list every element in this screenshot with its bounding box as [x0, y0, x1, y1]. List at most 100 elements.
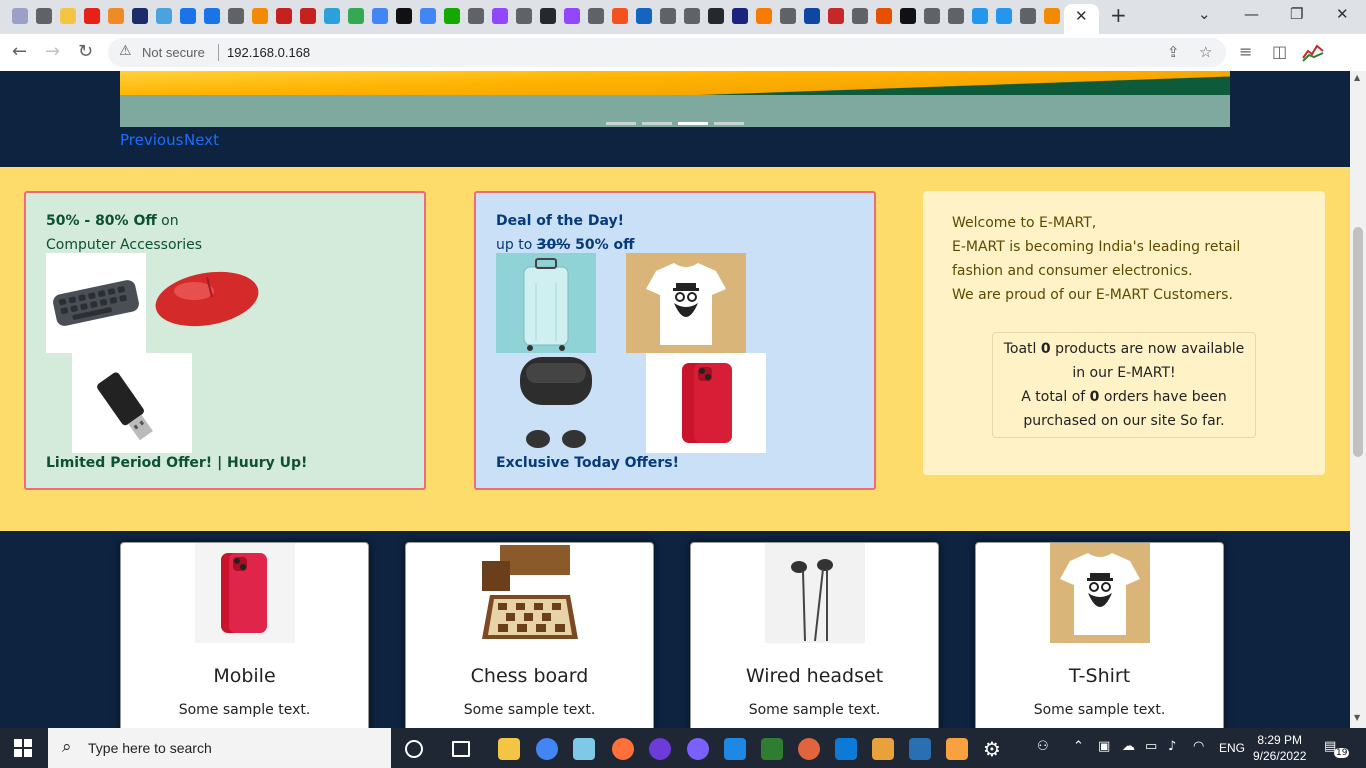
volume-icon[interactable]: ♪	[1168, 739, 1176, 754]
bookmark-star-icon[interactable]: ☆	[1199, 43, 1212, 61]
not-secure-label[interactable]: Not secure	[142, 45, 205, 60]
tab-favicon[interactable]	[1044, 8, 1060, 24]
reload-icon[interactable]: ↻	[78, 41, 93, 62]
offer-card-deal-of-day[interactable]: Deal of the Day! up to 30% 50% off Exclu…	[474, 191, 876, 490]
clock[interactable]: 8:29 PM 9/26/2022	[1253, 732, 1306, 764]
tab-favicon[interactable]	[324, 8, 340, 24]
tab-favicon[interactable]	[60, 8, 76, 24]
tab-favicon[interactable]	[132, 8, 148, 24]
tab-favicon[interactable]	[444, 8, 460, 24]
url-text[interactable]: 192.168.0.168	[227, 45, 310, 60]
tab-favicon[interactable]	[84, 8, 100, 24]
app-icon[interactable]	[872, 738, 894, 760]
tab-favicon[interactable]	[204, 8, 220, 24]
tab-favicon[interactable]	[660, 8, 676, 24]
tab-favicon[interactable]	[180, 8, 196, 24]
tab-favicon[interactable]	[12, 8, 28, 24]
tab-favicon[interactable]	[468, 8, 484, 24]
scroll-up-arrow-icon[interactable]: ▲	[1354, 73, 1360, 82]
tab-favicon[interactable]	[228, 8, 244, 24]
product-card[interactable]: Mobile Some sample text.	[120, 542, 369, 728]
scroll-down-arrow-icon[interactable]: ▼	[1354, 713, 1360, 722]
tab-favicon[interactable]	[36, 8, 52, 24]
battery-icon[interactable]: ▭	[1145, 739, 1157, 754]
sublime-text-icon[interactable]	[946, 738, 968, 760]
windows-start-icon[interactable]	[14, 739, 32, 757]
app-icon[interactable]	[649, 738, 671, 760]
virtualbox-icon[interactable]	[909, 738, 931, 760]
carousel-indicator-active[interactable]	[678, 122, 708, 125]
tab-favicon[interactable]	[492, 8, 508, 24]
tab-favicon[interactable]	[156, 8, 172, 24]
scrollbar-thumb[interactable]	[1353, 227, 1363, 457]
tab-favicon[interactable]	[804, 8, 820, 24]
tab-favicon[interactable]	[900, 8, 916, 24]
settings-gear-icon[interactable]: ⚙	[983, 738, 1005, 760]
file-explorer-icon[interactable]	[498, 738, 520, 760]
tab-favicon[interactable]	[684, 8, 700, 24]
tab-favicon[interactable]	[612, 8, 628, 24]
tray-icon[interactable]: ☁	[1122, 739, 1135, 754]
carousel-indicator[interactable]	[714, 122, 744, 125]
tab-favicon[interactable]	[108, 8, 124, 24]
app-icon[interactable]	[761, 738, 783, 760]
app-icon[interactable]	[798, 738, 820, 760]
product-card[interactable]: T-Shirt Some sample text.	[975, 542, 1224, 728]
tab-favicon[interactable]	[588, 8, 604, 24]
app-icon[interactable]	[573, 738, 595, 760]
tab-favicon[interactable]	[924, 8, 940, 24]
tray-icon[interactable]: ▣	[1098, 739, 1110, 754]
maximize-button[interactable]: ❐	[1290, 5, 1303, 23]
tab-favicon[interactable]	[708, 8, 724, 24]
share-icon[interactable]: ⇪	[1167, 43, 1180, 61]
warning-triangle-icon[interactable]: ⚠	[119, 43, 132, 59]
tab-favicon[interactable]	[948, 8, 964, 24]
tab-favicon[interactable]	[252, 8, 268, 24]
reading-list-icon[interactable]: ≡	[1239, 42, 1252, 61]
tab-search-chevron-icon[interactable]: ⌄	[1198, 5, 1211, 23]
tab-favicon[interactable]	[300, 8, 316, 24]
tab-favicon[interactable]	[276, 8, 292, 24]
tab-favicon[interactable]	[780, 8, 796, 24]
carousel-indicator[interactable]	[606, 122, 636, 125]
tab-favicon[interactable]	[972, 8, 988, 24]
tab-favicon[interactable]	[564, 8, 580, 24]
taskbar-search-box[interactable]: ⌕ Type here to search	[48, 728, 391, 768]
chrome-icon[interactable]	[536, 738, 558, 760]
side-panel-icon[interactable]: ◫	[1272, 42, 1287, 61]
language-indicator[interactable]: ENG	[1219, 741, 1245, 755]
vertical-scrollbar[interactable]: ▲ ▼	[1350, 71, 1366, 728]
wifi-icon[interactable]: ◠	[1193, 739, 1204, 754]
tab-favicon[interactable]	[756, 8, 772, 24]
new-tab-button[interactable]: +	[1110, 3, 1127, 27]
tab-favicon[interactable]	[348, 8, 364, 24]
close-tab-icon[interactable]: ✕	[1075, 7, 1088, 25]
tab-favicon[interactable]	[876, 8, 892, 24]
cortana-icon[interactable]	[405, 740, 423, 758]
tab-favicon[interactable]	[636, 8, 652, 24]
people-icon[interactable]: ⚇	[1037, 739, 1049, 754]
task-view-icon[interactable]	[452, 741, 470, 757]
carousel-indicator[interactable]	[642, 122, 672, 125]
forward-arrow-icon[interactable]: →	[45, 41, 60, 62]
tab-favicon[interactable]	[516, 8, 532, 24]
close-window-button[interactable]: ✕	[1336, 5, 1349, 23]
active-tab[interactable]: ✕	[1064, 4, 1099, 34]
vscode-icon[interactable]	[835, 738, 857, 760]
tab-favicon[interactable]	[1020, 8, 1036, 24]
app-icon[interactable]	[724, 738, 746, 760]
tab-favicon[interactable]	[996, 8, 1012, 24]
tab-favicon[interactable]	[828, 8, 844, 24]
minimize-button[interactable]: —	[1244, 5, 1259, 23]
address-bar[interactable]: ⚠ Not secure 192.168.0.168 ⇪ ☆	[108, 38, 1226, 67]
tab-favicon[interactable]	[420, 8, 436, 24]
profile-avatar-icon[interactable]	[1302, 42, 1324, 62]
tab-favicon[interactable]	[540, 8, 556, 24]
offer-card-accessories[interactable]: 50% - 80% Off on Computer Accessories Li…	[24, 191, 426, 490]
carousel-previous-link[interactable]: Previous	[120, 131, 183, 149]
tab-favicon[interactable]	[732, 8, 748, 24]
tab-favicon[interactable]	[372, 8, 388, 24]
product-card[interactable]: Chess board Some sample text.	[405, 542, 654, 728]
discord-icon[interactable]	[687, 738, 709, 760]
product-card[interactable]: Wired headset Some sample text.	[690, 542, 939, 728]
